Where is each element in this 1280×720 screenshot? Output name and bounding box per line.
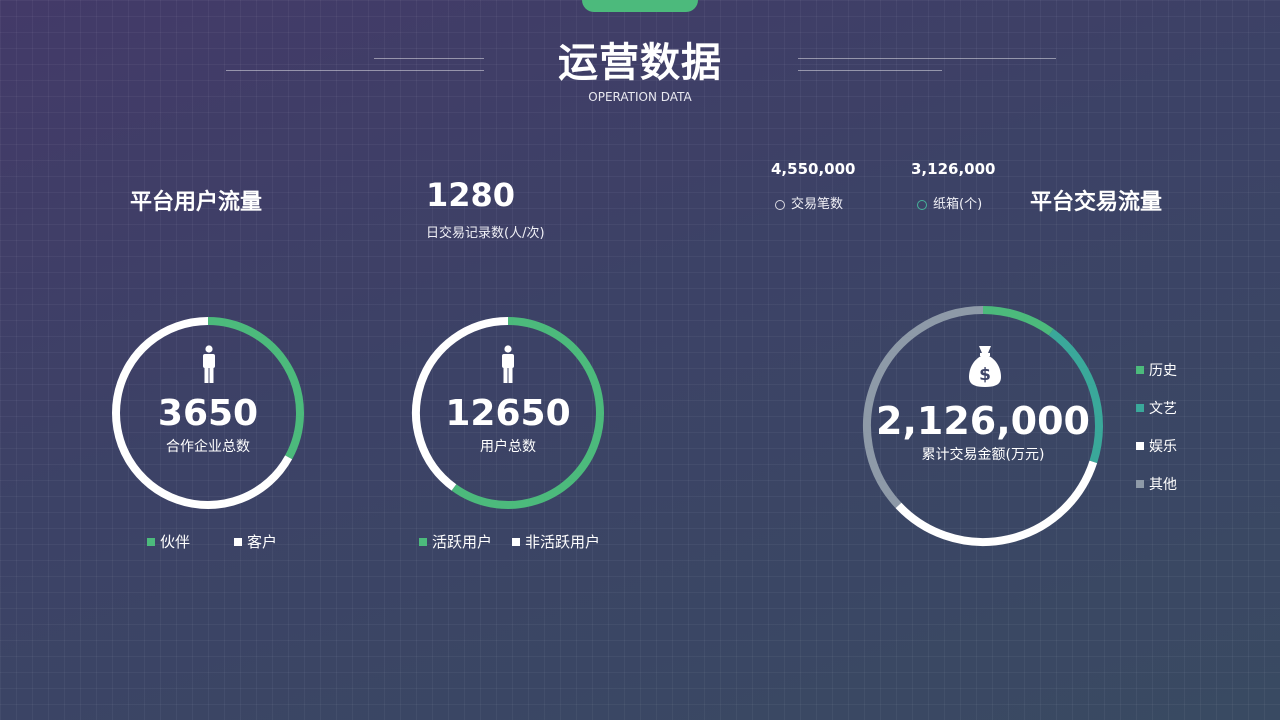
header-tab bbox=[582, 0, 698, 12]
legend-label: 娱乐 bbox=[1149, 439, 1177, 455]
circle-marker-icon bbox=[917, 199, 927, 210]
ring3-center: 2,126,000 累计交易金额(万元) bbox=[861, 402, 1105, 464]
legend-entertainment: 娱乐 bbox=[1136, 436, 1177, 456]
divider-line bbox=[226, 70, 484, 71]
legend-arts: 文艺 bbox=[1136, 398, 1177, 418]
legend-label: 其他 bbox=[1149, 477, 1177, 493]
transaction-amount-label: 累计交易金额(万元) bbox=[921, 447, 1045, 463]
legend-active: 活跃用户 bbox=[419, 531, 492, 552]
circle-marker-icon bbox=[775, 199, 785, 210]
daily-records-value: 1280 bbox=[426, 176, 516, 214]
person-icon bbox=[203, 345, 215, 383]
daily-records-label: 日交易记录数(人/次) bbox=[426, 226, 545, 241]
legend-customer: 客户 bbox=[234, 531, 277, 552]
white-square-icon bbox=[234, 537, 242, 546]
user-total-label: 用户总数 bbox=[480, 439, 536, 455]
user-total-value: 12650 bbox=[445, 393, 571, 434]
transaction-count-value: 4,550,000 bbox=[771, 160, 856, 178]
green-square-icon bbox=[147, 537, 155, 546]
gray-square-icon bbox=[1136, 480, 1144, 488]
partner-total-label: 合作企业总数 bbox=[166, 439, 250, 455]
ring2-center: 12650 用户总数 bbox=[410, 396, 606, 456]
legend-partner: 伙伴 bbox=[147, 531, 190, 552]
transaction-traffic-title: 平台交易流量 bbox=[1030, 190, 1163, 215]
carton-count-value: 3,126,000 bbox=[911, 160, 996, 178]
ring-segment-2 bbox=[895, 460, 1098, 546]
white-square-icon bbox=[1136, 442, 1144, 450]
green-square-icon bbox=[1136, 366, 1144, 374]
legend-label: 历史 bbox=[1149, 363, 1177, 379]
transaction-count-label: 交易笔数 bbox=[791, 197, 844, 212]
carton-count-label: 纸箱(个) bbox=[933, 197, 983, 212]
person-icon bbox=[502, 345, 514, 383]
legend-other: 其他 bbox=[1136, 474, 1177, 494]
page-subtitle: OPERATION DATA bbox=[588, 90, 692, 104]
carton-count-legend: 纸箱(个) bbox=[917, 193, 982, 212]
ring-segment-0 bbox=[982, 306, 1054, 336]
page-title: 运营数据 bbox=[558, 40, 722, 86]
legend-history: 历史 bbox=[1136, 360, 1177, 380]
partner-total-value: 3650 bbox=[157, 393, 259, 434]
transaction-count-legend: 交易笔数 bbox=[775, 193, 843, 212]
divider-line bbox=[798, 70, 942, 71]
user-traffic-title: 平台用户流量 bbox=[130, 190, 263, 215]
ring1-center: 3650 合作企业总数 bbox=[110, 396, 306, 456]
white-square-icon bbox=[512, 537, 520, 546]
legend-label: 伙伴 bbox=[160, 533, 191, 551]
money-bag-icon: $ bbox=[969, 346, 1001, 387]
legend-label: 客户 bbox=[247, 533, 278, 551]
svg-text:$: $ bbox=[979, 365, 991, 385]
teal-square-icon bbox=[1136, 404, 1144, 412]
divider-line bbox=[798, 58, 1056, 59]
divider-line bbox=[374, 58, 484, 59]
transaction-amount-value: 2,126,000 bbox=[876, 399, 1090, 443]
legend-inactive: 非活跃用户 bbox=[512, 531, 600, 552]
legend-label: 文艺 bbox=[1149, 401, 1177, 417]
legend-label: 活跃用户 bbox=[432, 533, 493, 551]
legend-label: 非活跃用户 bbox=[525, 533, 601, 551]
green-square-icon bbox=[419, 537, 427, 546]
